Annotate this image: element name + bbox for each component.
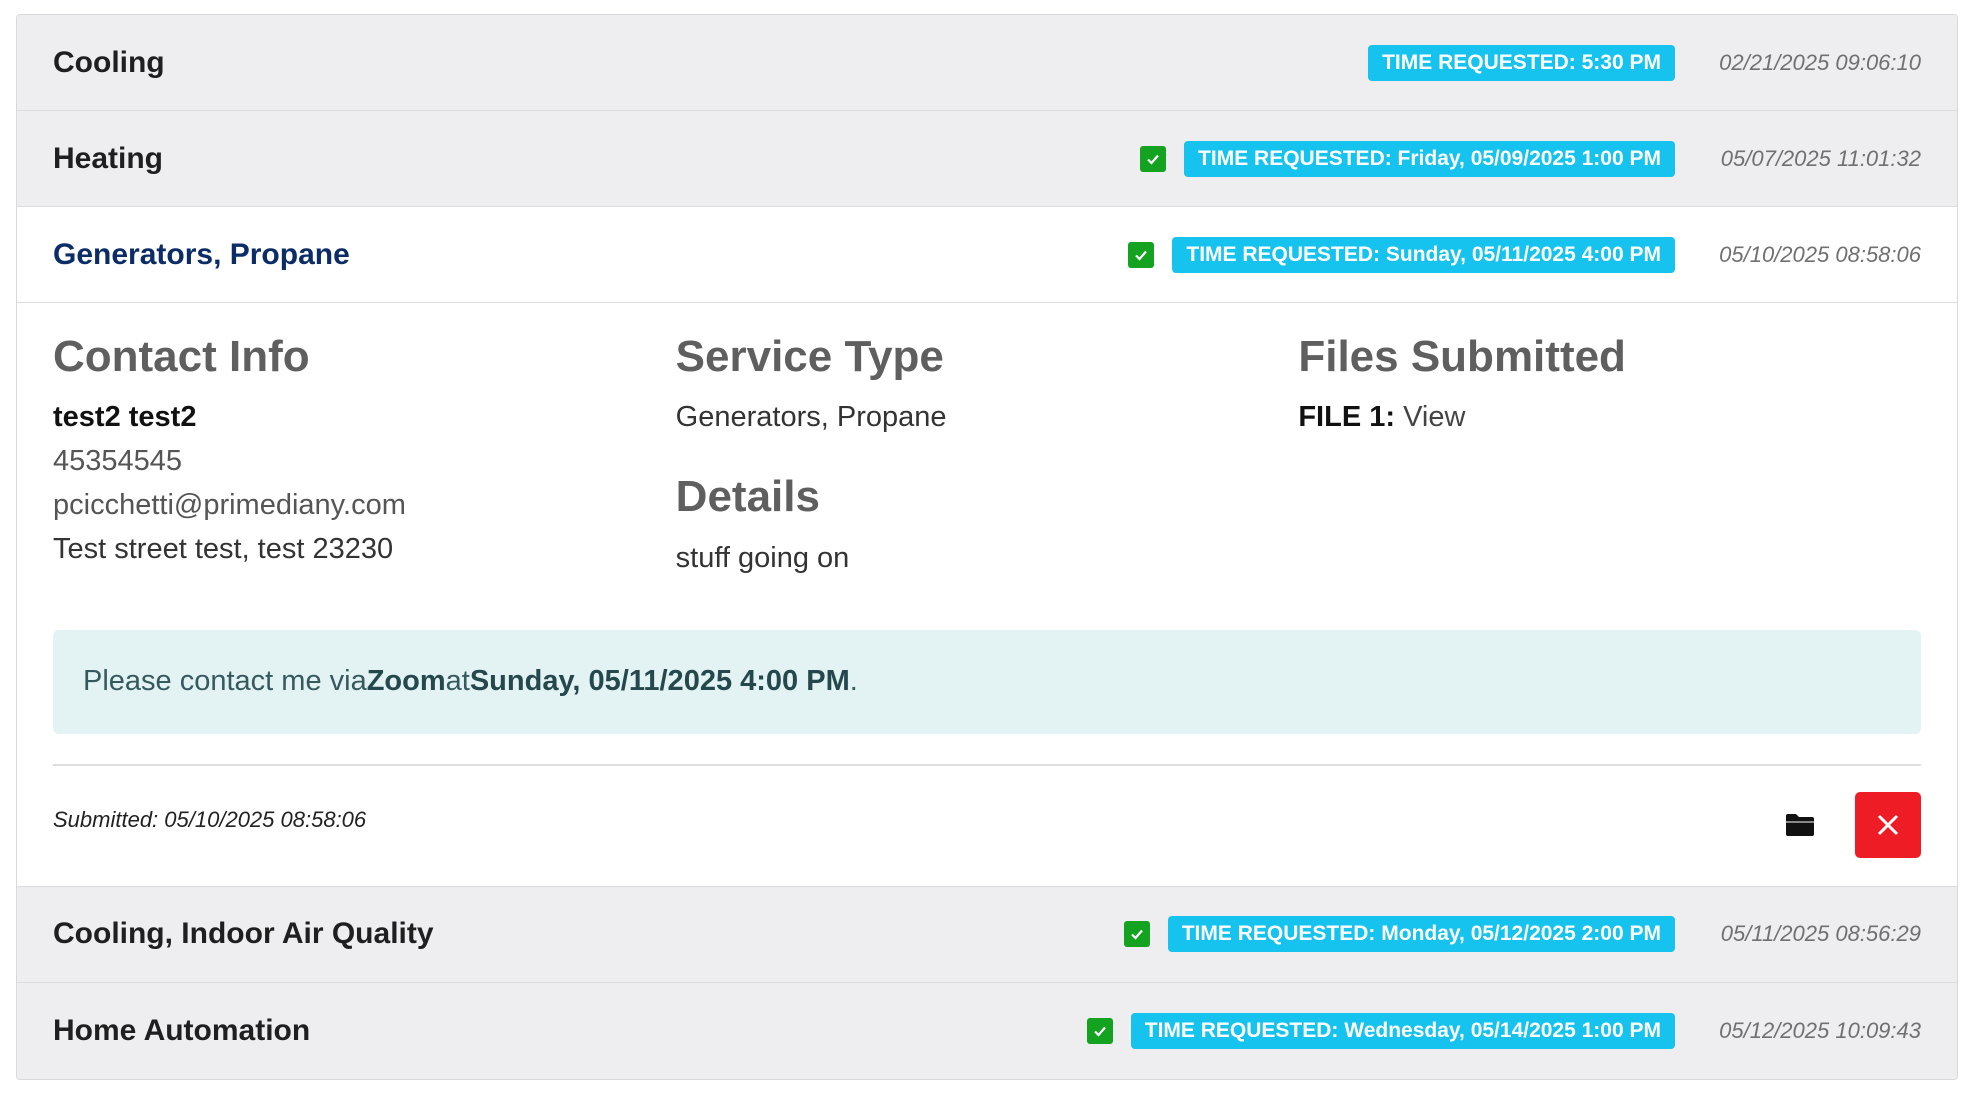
divider <box>53 763 1921 766</box>
time-requested-badge: TIME REQUESTED: Friday, 05/09/2025 1:00 … <box>1184 140 1675 177</box>
file-1-label: FILE 1: <box>1298 401 1396 434</box>
close-icon <box>1877 814 1899 835</box>
notice-prefix: Please contact me via <box>83 665 367 698</box>
request-timestamp: 05/07/2025 11:01:32 <box>1720 145 1921 171</box>
request-timestamp: 05/12/2025 10:09:43 <box>1719 1017 1921 1043</box>
contact-info-section: Contact Info test2 test2 45354545 pcicch… <box>53 332 676 580</box>
submitted-value: 05/10/2025 08:58:06 <box>164 806 367 832</box>
submitted-info: Submitted: 05/10/2025 08:58:06 <box>53 807 366 833</box>
request-row-cooling-indoor-air-quality[interactable]: Cooling, Indoor Air Quality TIME REQUEST… <box>17 886 1957 983</box>
folder-icon[interactable] <box>1785 813 1815 837</box>
details-heading: Details <box>675 472 820 522</box>
time-requested-badge: TIME REQUESTED: 5:30 PM <box>1368 44 1675 81</box>
notice-method: Zoom <box>366 665 446 698</box>
details-value: stuff going on <box>675 541 850 574</box>
file-1-view-link[interactable]: View <box>1403 401 1465 433</box>
check-icon <box>1128 241 1155 268</box>
files-submitted-section: Files Submitted FILE 1: View <box>1298 332 1921 580</box>
contact-address: Test street test, test 23230 <box>53 533 394 566</box>
service-type-section: Service Type Generators, Propane Details… <box>675 332 1299 580</box>
check-icon <box>1140 145 1167 172</box>
check-icon <box>1086 1017 1113 1044</box>
request-title: Heating <box>53 141 164 175</box>
notice-mid: at <box>445 665 470 698</box>
files-submitted-heading: Files Submitted <box>1298 332 1626 381</box>
request-timestamp: 05/11/2025 08:56:29 <box>1720 921 1921 947</box>
contact-name: test2 test2 <box>53 401 197 434</box>
requests-accordion: Cooling TIME REQUESTED: 5:30 PM 02/21/20… <box>16 14 1958 1080</box>
notice-time: Sunday, 05/11/2025 4:00 PM <box>469 665 850 698</box>
contact-email: pcicchetti@primediany.com <box>53 489 406 522</box>
request-details-panel: Contact Info test2 test2 45354545 pcicch… <box>17 303 1957 887</box>
delete-button[interactable] <box>1855 791 1921 858</box>
notice-suffix: . <box>849 665 858 698</box>
request-title: Cooling, Indoor Air Quality <box>53 917 434 951</box>
contact-preference-notice: Please contact me via Zoom at Sunday, 05… <box>53 629 1921 734</box>
request-row-generators-propane[interactable]: Generators, Propane TIME REQUESTED: Sund… <box>17 207 1957 303</box>
time-requested-badge: TIME REQUESTED: Wednesday, 05/14/2025 1:… <box>1130 1012 1675 1049</box>
request-title: Generators, Propane <box>53 237 350 271</box>
time-requested-badge: TIME REQUESTED: Monday, 05/12/2025 2:00 … <box>1167 916 1675 953</box>
request-title: Home Automation <box>53 1013 311 1047</box>
request-row-heating[interactable]: Heating TIME REQUESTED: Friday, 05/09/20… <box>17 111 1957 207</box>
request-title: Cooling <box>53 45 165 79</box>
service-type-heading: Service Type <box>675 332 944 381</box>
request-timestamp: 02/21/2025 09:06:10 <box>1719 49 1921 75</box>
request-row-home-automation[interactable]: Home Automation TIME REQUESTED: Wednesda… <box>17 982 1957 1079</box>
contact-phone: 45354545 <box>53 445 183 478</box>
submitted-label: Submitted: <box>53 806 159 832</box>
contact-info-heading: Contact Info <box>53 332 310 381</box>
check-icon <box>1123 921 1150 948</box>
service-type-value: Generators, Propane <box>675 401 947 434</box>
request-row-cooling[interactable]: Cooling TIME REQUESTED: 5:30 PM 02/21/20… <box>17 15 1957 111</box>
time-requested-badge: TIME REQUESTED: Sunday, 05/11/2025 4:00 … <box>1172 236 1675 273</box>
request-timestamp: 05/10/2025 08:58:06 <box>1719 241 1921 267</box>
